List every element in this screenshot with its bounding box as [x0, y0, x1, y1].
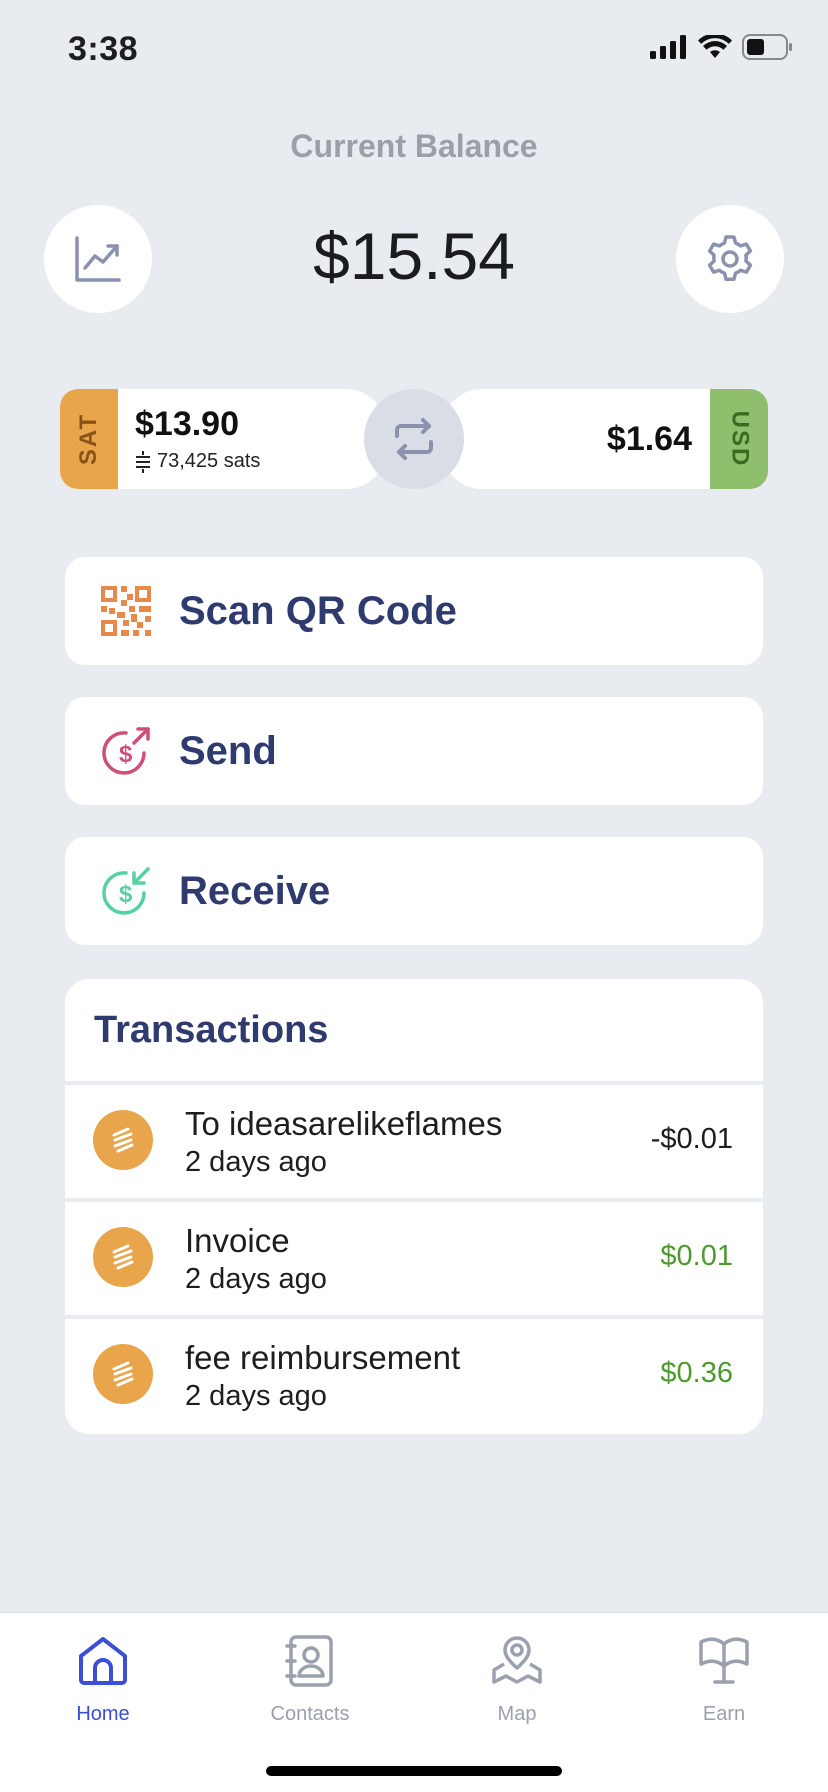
balance-label: Current Balance	[290, 128, 538, 164]
send-money-icon: $	[95, 720, 157, 782]
transaction-row[interactable]: fee reimbursement 2 days ago $0.36	[65, 1315, 763, 1429]
transaction-date: 2 days ago	[185, 1263, 327, 1295]
contacts-icon	[230, 1629, 390, 1693]
qr-code-icon	[95, 580, 157, 642]
receive-label: Receive	[179, 868, 331, 913]
sat-sats: 73,425 sats	[157, 450, 261, 472]
send-button[interactable]: $ Send	[65, 697, 763, 805]
sat-amount: $13.90	[135, 404, 239, 443]
transaction-row[interactable]: To ideasarelikeflames 2 days ago -$0.01	[65, 1081, 763, 1195]
gear-icon	[707, 235, 753, 281]
transaction-amount: $0.01	[660, 1240, 733, 1272]
battery-icon	[742, 34, 792, 60]
tab-earn[interactable]: Earn	[644, 1629, 804, 1726]
tab-contacts[interactable]: Contacts	[230, 1629, 390, 1726]
transaction-name: Invoice	[185, 1222, 290, 1259]
signal-icon	[650, 35, 686, 59]
transaction-amount: $0.36	[660, 1357, 733, 1389]
usd-tag-label: USD	[725, 410, 753, 468]
receive-button[interactable]: $ Receive	[65, 837, 763, 945]
scan-qr-button[interactable]: Scan QR Code	[65, 557, 763, 665]
send-label: Send	[179, 728, 277, 773]
tab-contacts-label: Contacts	[270, 1703, 350, 1725]
swap-button[interactable]	[364, 389, 464, 489]
transaction-amount: -$0.01	[650, 1123, 733, 1155]
transaction-date: 2 days ago	[185, 1380, 327, 1412]
tab-map-label: Map	[497, 1703, 537, 1725]
sat-tag-label: SAT	[75, 412, 102, 466]
swap-icon	[395, 418, 433, 460]
tab-map[interactable]: Map	[437, 1629, 597, 1726]
settings-button[interactable]	[676, 205, 784, 313]
sat-wallet-body: $13.90 73,425 sats	[118, 405, 260, 474]
usd-tag: USD	[710, 389, 768, 489]
svg-text:$: $	[119, 741, 133, 768]
price-chart-button[interactable]	[44, 205, 152, 313]
transaction-name: To ideasarelikeflames	[185, 1105, 503, 1142]
tab-earn-label: Earn	[702, 1703, 746, 1725]
bitcoin-icon	[93, 1344, 153, 1404]
tab-bar: Home Contacts Map Earn	[0, 1612, 828, 1792]
transactions-title: Transactions	[94, 1009, 329, 1051]
svg-text:$: $	[119, 881, 133, 908]
scan-qr-label: Scan QR Code	[179, 588, 457, 633]
transactions-card: Transactions To ideasarelikeflames 2 day…	[65, 979, 763, 1434]
sat-tag: SAT	[60, 389, 118, 489]
status-time: 3:38	[68, 30, 139, 68]
tab-home[interactable]: Home	[23, 1629, 183, 1726]
wifi-icon	[698, 35, 732, 58]
status-icons	[650, 34, 794, 60]
bitcoin-icon	[93, 1227, 153, 1287]
sat-sub: 73,425 sats	[135, 450, 260, 474]
earn-icon	[644, 1629, 804, 1693]
sat-wallet-card[interactable]: SAT $13.90 73,425 sats	[60, 389, 386, 489]
map-icon	[437, 1629, 597, 1693]
receive-money-icon: $	[95, 860, 157, 922]
bitcoin-icon	[93, 1110, 153, 1170]
status-bar: 3:38	[0, 0, 828, 100]
usd-amount: $1.64	[606, 419, 692, 458]
home-indicator	[266, 1766, 562, 1776]
chart-icon	[75, 236, 121, 282]
sats-icon	[136, 450, 150, 473]
transaction-row[interactable]: Invoice 2 days ago $0.01	[65, 1198, 763, 1312]
usd-wallet-card[interactable]: $1.64 USD	[442, 389, 768, 489]
home-icon	[23, 1629, 183, 1693]
transaction-date: 2 days ago	[185, 1146, 327, 1178]
tab-home-label: Home	[76, 1703, 130, 1725]
transaction-name: fee reimbursement	[185, 1339, 461, 1376]
